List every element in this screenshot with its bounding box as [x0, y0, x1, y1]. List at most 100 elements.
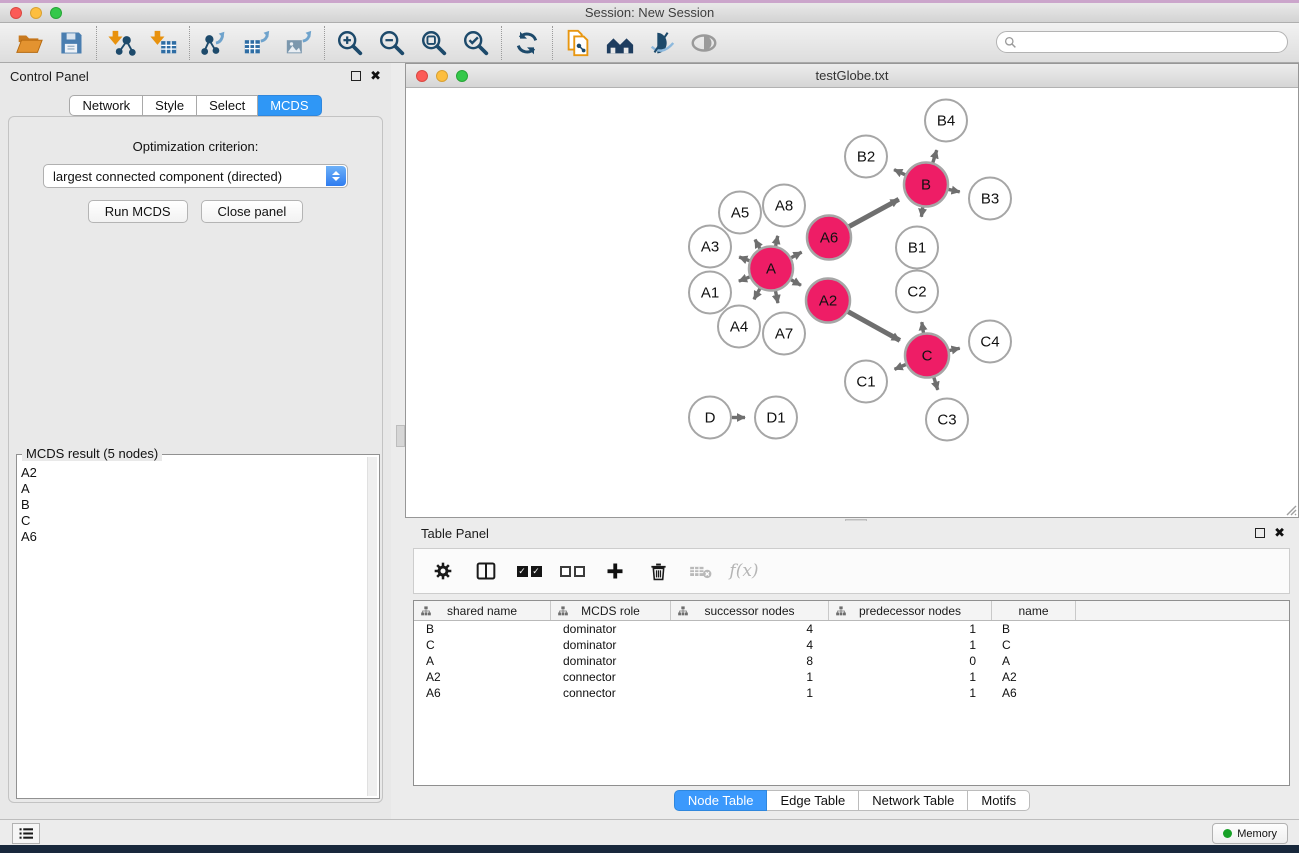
refresh-layout-button[interactable]: [506, 25, 548, 61]
delete-column-button[interactable]: [641, 553, 675, 589]
edge-A-A3[interactable]: [739, 257, 750, 261]
table-row[interactable]: A2connector11A2: [414, 669, 1289, 685]
node-B2[interactable]: B2: [845, 136, 887, 178]
node-C4[interactable]: C4: [969, 321, 1011, 363]
tab-motifs[interactable]: Motifs: [968, 790, 1030, 811]
show-graphics-details-button[interactable]: [641, 25, 683, 61]
node-A8[interactable]: A8: [763, 185, 805, 227]
node-A[interactable]: A: [749, 247, 793, 291]
create-column-button[interactable]: [598, 553, 632, 589]
column-header-successor-nodes[interactable]: successor nodes: [671, 601, 829, 620]
edge-A2-C[interactable]: [847, 311, 900, 340]
result-item[interactable]: A2: [21, 465, 365, 481]
import-network-button[interactable]: [101, 25, 143, 61]
node-B4[interactable]: B4: [925, 100, 967, 142]
criterion-dropdown[interactable]: largest connected component (directed): [43, 164, 348, 188]
edge-A-A6[interactable]: [790, 252, 801, 258]
tab-network[interactable]: Network: [69, 95, 143, 116]
unselect-all-columns-button[interactable]: [555, 553, 589, 589]
vertical-split-handle[interactable]: [396, 425, 405, 447]
task-history-button[interactable]: [12, 823, 40, 844]
edge-B-B1[interactable]: [921, 206, 923, 217]
select-all-columns-button[interactable]: ✓✓: [512, 553, 546, 589]
import-table-button[interactable]: [143, 25, 185, 61]
bird-eye-view-button[interactable]: [683, 25, 725, 61]
clone-network-button[interactable]: [557, 25, 599, 61]
node-D[interactable]: D: [689, 397, 731, 439]
column-header-MCDS-role[interactable]: MCDS role: [551, 601, 671, 620]
node-C1[interactable]: C1: [845, 361, 887, 403]
zoom-in-button[interactable]: [329, 25, 371, 61]
result-item[interactable]: B: [21, 497, 365, 513]
session-home-button[interactable]: [599, 25, 641, 61]
edge-C-C2[interactable]: [922, 322, 924, 334]
node-A5[interactable]: A5: [719, 192, 761, 234]
result-scrollbar[interactable]: [367, 457, 377, 796]
tab-edge-table[interactable]: Edge Table: [767, 790, 859, 811]
tab-node-table[interactable]: Node Table: [674, 790, 768, 811]
edge-A-A5[interactable]: [755, 240, 760, 250]
float-table-panel-icon[interactable]: [1255, 528, 1265, 538]
open-file-button[interactable]: [8, 25, 50, 61]
toggle-column-panel-button[interactable]: [469, 553, 503, 589]
tab-style[interactable]: Style: [143, 95, 197, 116]
close-panel-button[interactable]: Close panel: [201, 200, 304, 223]
edge-C-C1[interactable]: [895, 364, 907, 369]
node-C2[interactable]: C2: [896, 271, 938, 313]
run-mcds-button[interactable]: Run MCDS: [88, 200, 188, 223]
delete-table-button[interactable]: [684, 553, 718, 589]
node-A7[interactable]: A7: [763, 313, 805, 355]
memory-button[interactable]: Memory: [1212, 823, 1288, 844]
network-canvas[interactable]: B4 B2 B B3 A5A8A6 A3 A B1 A1 A2 C2 A4A7 C4 C C1 D D1 C3: [406, 88, 1298, 517]
node-B[interactable]: B: [904, 163, 948, 207]
edge-A6-B[interactable]: [848, 199, 898, 227]
edge-B-B2[interactable]: [894, 170, 906, 176]
edge-A-A7[interactable]: [775, 290, 778, 303]
table-row[interactable]: Bdominator41B: [414, 621, 1289, 637]
table-settings-button[interactable]: [426, 553, 460, 589]
float-panel-icon[interactable]: [351, 71, 361, 81]
resize-grip-icon[interactable]: [1283, 502, 1297, 516]
table-row[interactable]: Adominator80A: [414, 653, 1289, 669]
result-item[interactable]: A: [21, 481, 365, 497]
search-input[interactable]: [1017, 33, 1287, 51]
edge-C-C3[interactable]: [934, 376, 938, 389]
zoom-fit-button[interactable]: [413, 25, 455, 61]
edge-B-B4[interactable]: [933, 150, 937, 163]
edge-A-A4[interactable]: [754, 288, 760, 300]
edge-C-C4[interactable]: [948, 348, 959, 351]
result-item[interactable]: C: [21, 513, 365, 529]
edge-A-A1[interactable]: [739, 277, 751, 282]
export-image-button[interactable]: [278, 25, 320, 61]
table-row[interactable]: A6connector11A6: [414, 685, 1289, 701]
table-row[interactable]: Cdominator41C: [414, 637, 1289, 653]
node-A3[interactable]: A3: [689, 226, 731, 268]
column-header-shared-name[interactable]: shared name: [414, 601, 551, 620]
result-item[interactable]: A6: [21, 529, 365, 545]
export-network-button[interactable]: [194, 25, 236, 61]
node-A1[interactable]: A1: [689, 272, 731, 314]
edge-A-A8[interactable]: [775, 236, 777, 247]
edge-A-A2[interactable]: [790, 279, 801, 285]
column-header-name[interactable]: name: [992, 601, 1076, 620]
column-header-predecessor-nodes[interactable]: predecessor nodes: [829, 601, 992, 620]
node-C3[interactable]: C3: [926, 399, 968, 441]
edge-B-B3[interactable]: [947, 189, 959, 192]
tab-select[interactable]: Select: [197, 95, 258, 116]
save-session-button[interactable]: [50, 25, 92, 61]
close-panel-icon[interactable]: ✖: [370, 71, 381, 81]
zoom-out-button[interactable]: [371, 25, 413, 61]
node-B3[interactable]: B3: [969, 178, 1011, 220]
close-table-panel-icon[interactable]: ✖: [1274, 528, 1285, 538]
node-A6[interactable]: A6: [807, 216, 851, 260]
node-A2[interactable]: A2: [806, 279, 850, 323]
node-A4[interactable]: A4: [718, 306, 760, 348]
export-table-button[interactable]: [236, 25, 278, 61]
tab-network-table[interactable]: Network Table: [859, 790, 968, 811]
tab-mcds[interactable]: MCDS: [258, 95, 321, 116]
function-builder-button[interactable]: f(x): [727, 553, 761, 589]
node-B1[interactable]: B1: [896, 227, 938, 269]
node-D1[interactable]: D1: [755, 397, 797, 439]
node-C[interactable]: C: [905, 334, 949, 378]
zoom-selected-button[interactable]: [455, 25, 497, 61]
